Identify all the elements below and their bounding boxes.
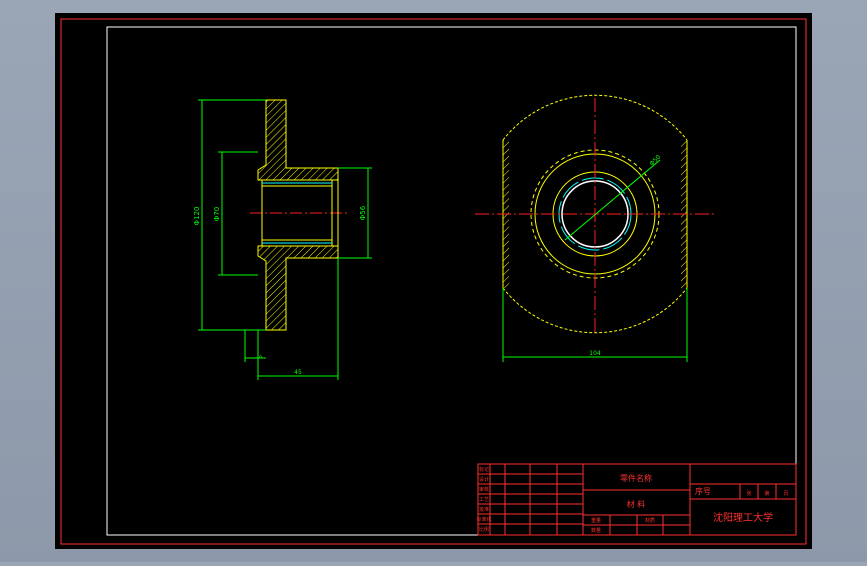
tb-label-4: 批准 [479,506,489,513]
tb-label-6: 比例 [479,526,489,533]
cad-drawing: Φ120 Φ70 Φ56 6 45 Φ50 104 标记 设计 审核 工艺 批准… [55,13,812,549]
tb-label-3: 工艺 [479,497,489,503]
dim-label-d120: Φ120 [193,207,201,226]
dim-label-d56: Φ56 [359,205,367,220]
tb-label-2: 审核 [479,486,489,493]
tb-label-0: 标记 [479,466,489,473]
dim-label-104: 104 [589,350,601,357]
tb-label-5: 标准化 [476,516,491,523]
tb-sheet-b: 第 [764,490,769,497]
tb-school: 沈阳理工大学 [713,511,773,524]
tb-label-1: 设计 [479,476,489,483]
tb-part-name: 零件名称 [620,473,652,483]
tb-weight: 重量 [591,517,601,524]
tb-sheet-c: 页 [783,491,788,497]
cad-viewport[interactable]: Φ120 Φ70 Φ56 6 45 Φ50 104 标记 设计 审核 工艺 批准… [0,0,867,562]
tb-quantity: 数量 [591,527,601,534]
dim-label-d70: Φ70 [213,207,221,221]
dim-label-45: 45 [294,369,302,376]
drawing-sheet [55,13,812,549]
tb-material: 材 料 [627,499,646,509]
dim-label-6: 6 [257,355,264,359]
tb-sheet-a: 张 [746,490,751,497]
tb-grade: 材质 [645,517,655,524]
tb-serial: 序号 [695,486,711,496]
